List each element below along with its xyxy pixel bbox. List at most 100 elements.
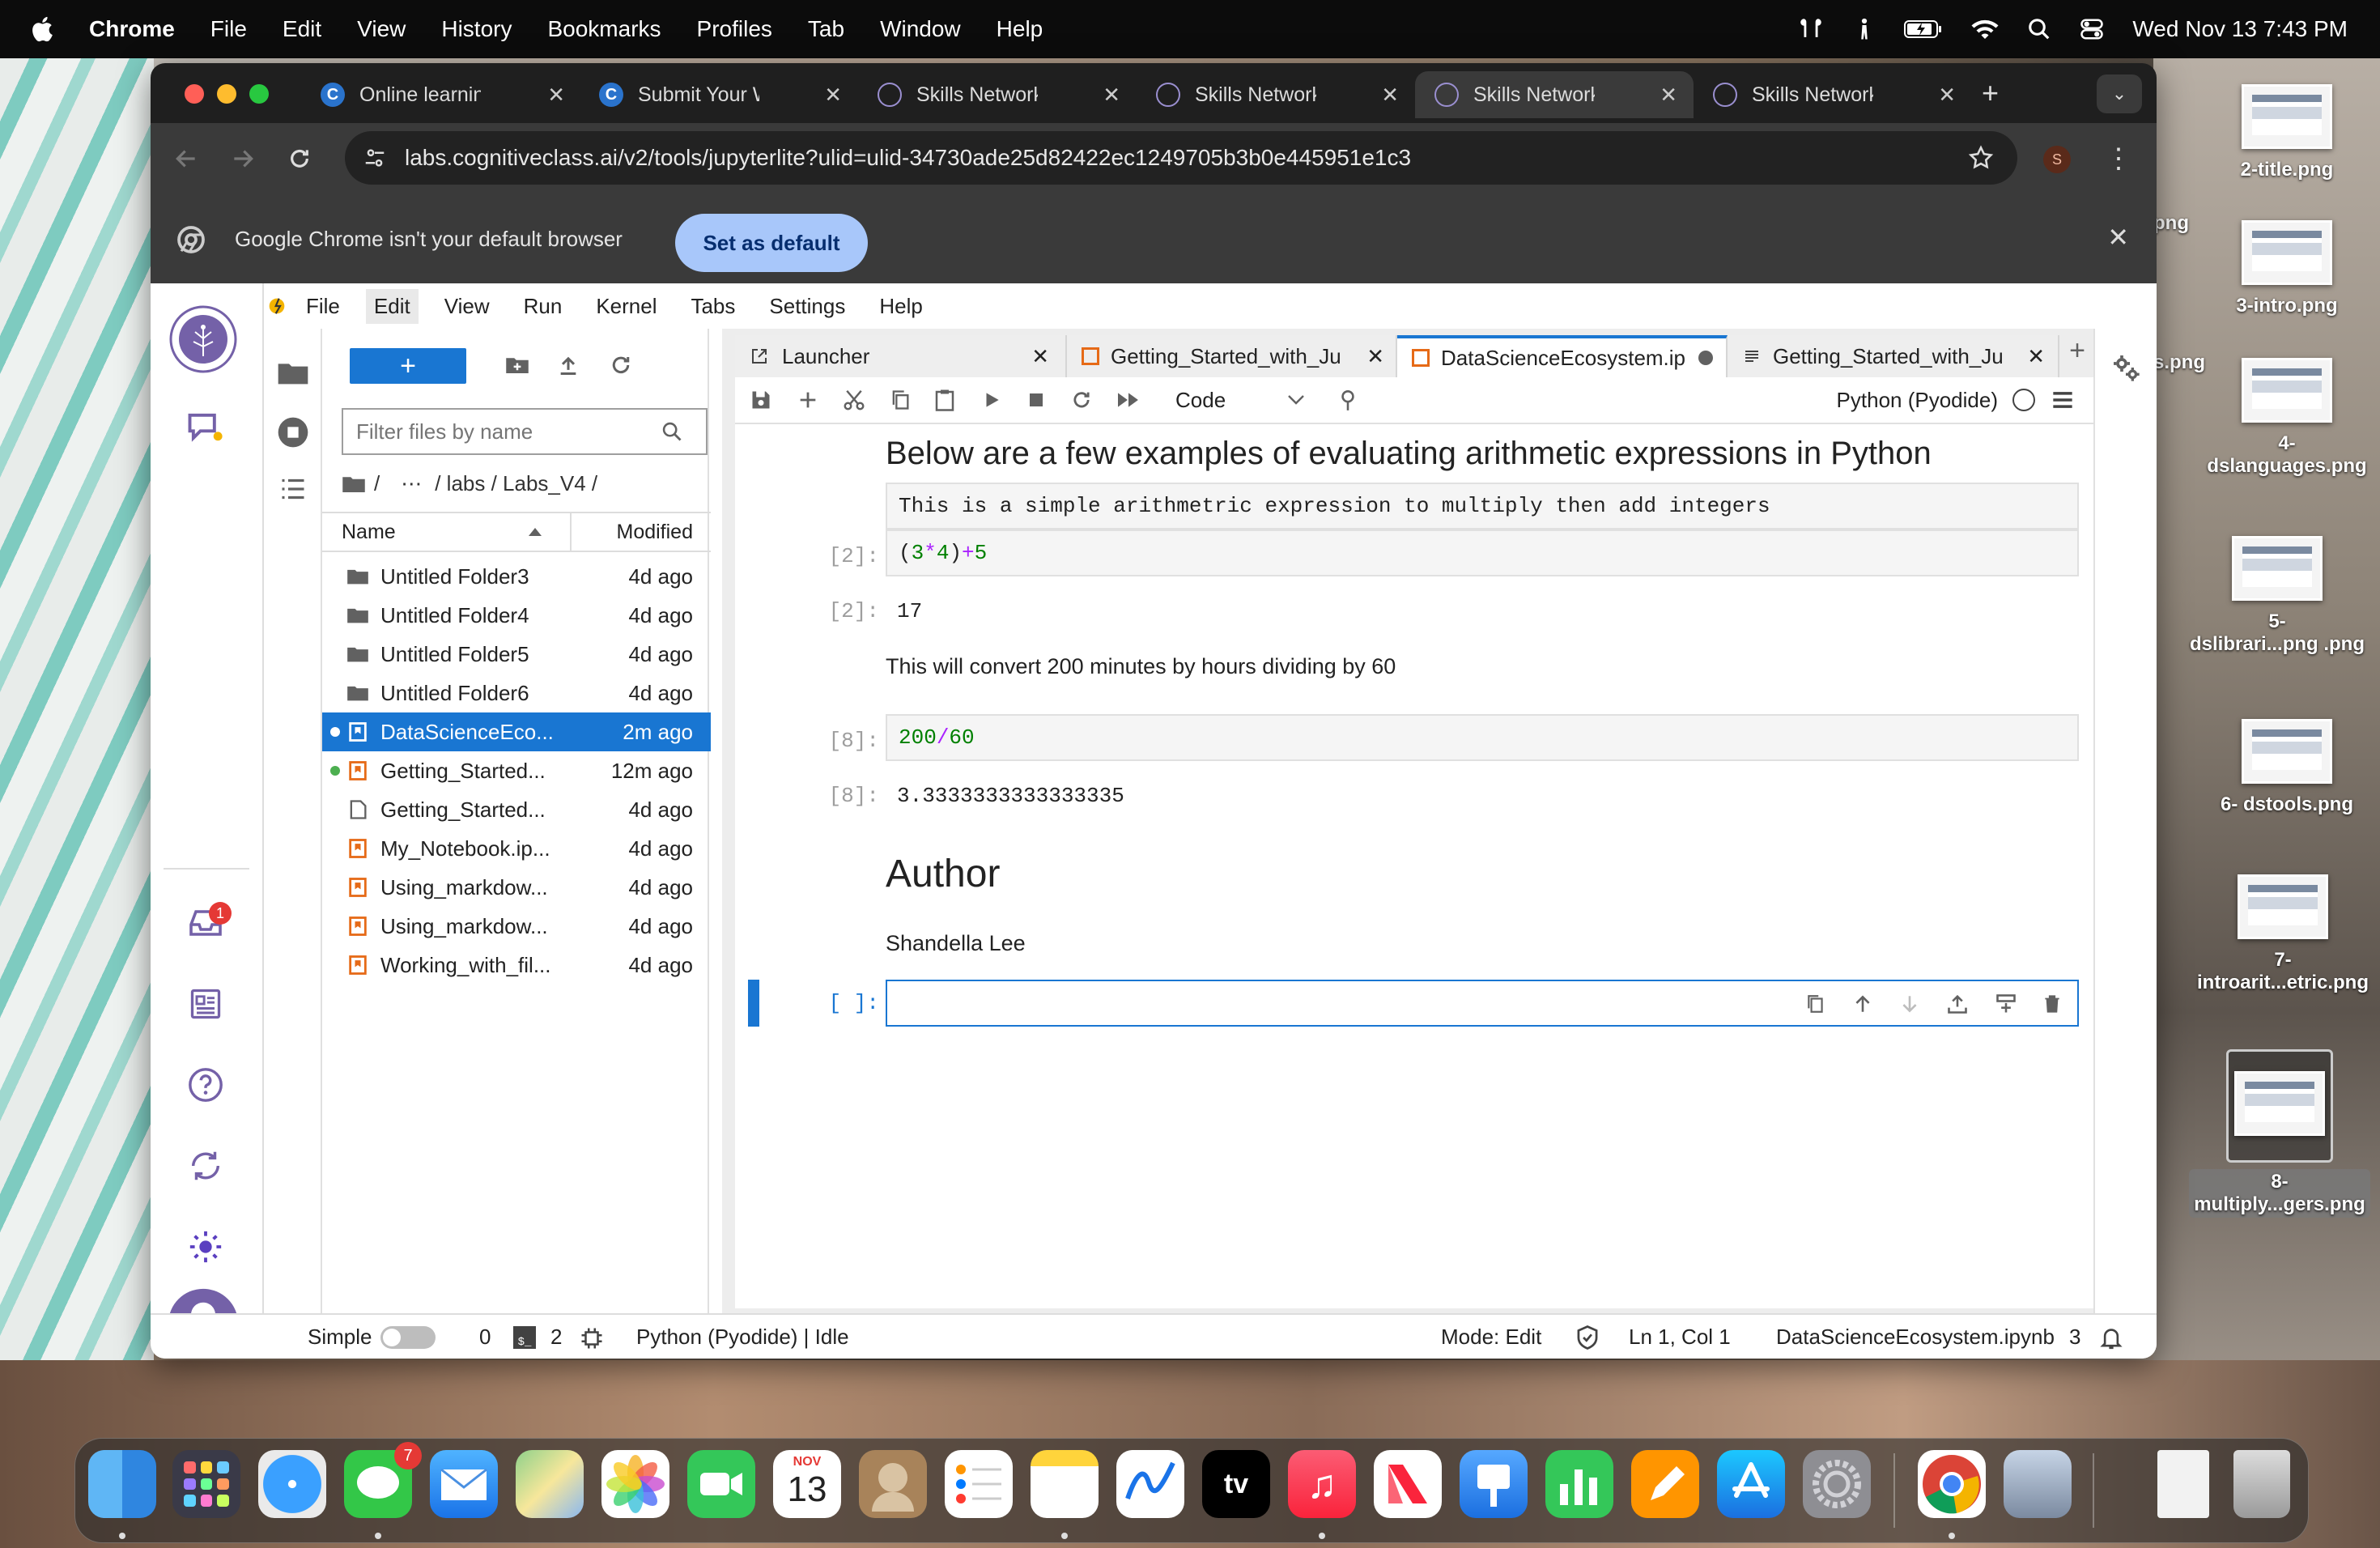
- battery-icon[interactable]: [1904, 17, 1943, 41]
- simple-mode-toggle[interactable]: [380, 1326, 436, 1349]
- duplicate-cell-icon[interactable]: [1805, 993, 1826, 1015]
- safari-compass-icon[interactable]: [258, 1450, 326, 1518]
- property-inspector-gears-icon[interactable]: [2110, 351, 2142, 384]
- finder-icon[interactable]: [88, 1450, 156, 1518]
- jupyterlite-logo-icon[interactable]: [264, 293, 290, 319]
- cursor-position[interactable]: Ln 1, Col 1: [1629, 1325, 1731, 1350]
- current-filename[interactable]: DataScienceEcosystem.ipynb: [1776, 1325, 2055, 1350]
- jupyter-menu-run[interactable]: Run: [524, 294, 563, 319]
- run-all-fast-forward-icon[interactable]: [1116, 389, 1141, 410]
- home-folder-icon[interactable]: [342, 474, 366, 495]
- desktop-file-6-dstools[interactable]: 6- dstools.png: [2210, 719, 2364, 816]
- move-up-arrow-icon[interactable]: [1852, 993, 1873, 1015]
- jupyter-menu-edit[interactable]: Edit: [365, 288, 419, 324]
- browser-tab[interactable]: Skills Network Ed ✕: [1694, 71, 1972, 118]
- insert-above-icon[interactable]: [1946, 993, 1969, 1015]
- file-row[interactable]: DataScienceEco... 2m ago: [322, 712, 711, 751]
- inbox-icon[interactable]: 1: [181, 899, 232, 947]
- debugger-pin-icon[interactable]: [1337, 388, 1358, 412]
- jupyter-menu-settings[interactable]: Settings: [769, 294, 845, 319]
- ai-chat-icon[interactable]: [181, 403, 230, 452]
- kernel-name[interactable]: Python (Pyodide): [1837, 388, 1998, 413]
- photos-flower-icon[interactable]: [601, 1450, 669, 1518]
- notes-icon[interactable]: [1031, 1450, 1099, 1518]
- help-question-icon[interactable]: [181, 1061, 230, 1109]
- bookmark-star-icon[interactable]: [1967, 144, 1995, 172]
- chevron-down-icon[interactable]: [1287, 394, 1305, 406]
- chrome-icon[interactable]: [1918, 1450, 1986, 1518]
- control-center-icon[interactable]: [2079, 17, 2105, 41]
- spotlight-search-icon[interactable]: [2027, 17, 2051, 41]
- close-tab-icon[interactable]: ✕: [547, 83, 565, 108]
- upload-icon[interactable]: [557, 353, 580, 377]
- menubar-file[interactable]: File: [210, 16, 247, 42]
- copy-icon[interactable]: [889, 389, 912, 411]
- close-infobar-icon[interactable]: ✕: [2107, 222, 2129, 253]
- skills-network-logo-icon[interactable]: [168, 304, 238, 374]
- doc-tab-getting-started-md[interactable]: Getting_Started_with_Ju ✕: [1728, 335, 2059, 377]
- reload-icon[interactable]: [287, 146, 312, 172]
- menubar-bookmarks[interactable]: Bookmarks: [547, 16, 661, 42]
- empty-code-cell-editor[interactable]: [886, 980, 2079, 1027]
- chrome-menu-icon[interactable]: ⋮: [2105, 139, 2132, 178]
- desktop-file-3-intro[interactable]: 3-intro.png: [2218, 220, 2356, 317]
- music-note-icon[interactable]: ♫: [1288, 1450, 1356, 1518]
- doc-tab-datascienceecosystem[interactable]: DataScienceEcosystem.ip: [1397, 335, 1728, 377]
- browser-tab-active[interactable]: Skills Network La ✕: [1415, 71, 1694, 118]
- insert-cell-plus-icon[interactable]: [797, 389, 819, 411]
- close-tab-icon[interactable]: ✕: [824, 83, 842, 108]
- system-settings-gear-icon[interactable]: [1803, 1450, 1871, 1518]
- notification-bell-icon[interactable]: [2098, 1325, 2124, 1352]
- close-tab-icon[interactable]: ✕: [1366, 344, 1384, 369]
- save-icon[interactable]: [750, 389, 772, 411]
- tab-search-chevron-icon[interactable]: ⌄: [2097, 74, 2142, 113]
- zoom-window-button[interactable]: [249, 84, 269, 104]
- kernel-status-text[interactable]: Python (Pyodide) | Idle: [636, 1325, 849, 1350]
- theme-toggle-sun-icon[interactable]: [181, 1223, 230, 1271]
- kernel-chip-icon[interactable]: [580, 1326, 604, 1350]
- menubar-view[interactable]: View: [357, 16, 406, 42]
- insert-below-icon[interactable]: [1995, 993, 2017, 1015]
- new-tab-button[interactable]: +: [1982, 76, 1999, 110]
- markdown-convert-minutes[interactable]: This will convert 200 minutes by hours d…: [886, 654, 1396, 679]
- desktop-file-2-title[interactable]: 2-title.png: [2218, 84, 2356, 181]
- file-row[interactable]: Using_markdow... 4d ago: [322, 868, 711, 907]
- close-tab-icon[interactable]: ✕: [1031, 344, 1049, 369]
- run-cell-play-icon[interactable]: [981, 389, 1002, 410]
- menubar-app-name[interactable]: Chrome: [89, 16, 175, 42]
- browser-tab[interactable]: Skills Network La ✕: [858, 71, 1137, 118]
- desktop-file-4-dslanguages[interactable]: 4- dslanguages.png: [2197, 358, 2377, 478]
- menubar-edit[interactable]: Edit: [283, 16, 321, 42]
- table-of-contents-icon[interactable]: [277, 474, 309, 504]
- jupyter-menu-kernel[interactable]: Kernel: [596, 294, 657, 319]
- editor-mode[interactable]: Mode: Edit: [1441, 1325, 1541, 1350]
- file-row[interactable]: Untitled Folder6 4d ago: [322, 674, 711, 712]
- close-tab-icon[interactable]: ✕: [1938, 83, 1956, 108]
- browser-tab[interactable]: C Online learning fo ✕: [301, 71, 581, 118]
- apple-icon[interactable]: [29, 15, 58, 44]
- freeform-icon[interactable]: [1116, 1450, 1184, 1518]
- apple-tv-icon[interactable]: tv: [1202, 1450, 1270, 1518]
- jupyter-menu-file[interactable]: File: [306, 294, 340, 319]
- preview-icon[interactable]: [2004, 1450, 2072, 1518]
- kernel-count[interactable]: 2: [550, 1325, 562, 1350]
- security-shield-icon[interactable]: [1575, 1325, 1600, 1350]
- file-row[interactable]: Untitled Folder3 4d ago: [322, 557, 711, 596]
- browser-tab[interactable]: C Submit Your Work ✕: [580, 71, 858, 118]
- launchpad-icon[interactable]: [172, 1450, 240, 1518]
- profile-avatar[interactable]: S: [2043, 146, 2071, 173]
- cell-type-select[interactable]: Code: [1175, 388, 1226, 413]
- desktop-file-7-introarithmetic[interactable]: 7- introarit...etric.png: [2186, 874, 2380, 994]
- desktop-file-8-multiply[interactable]: 8- multiply...gers.png: [2182, 1049, 2377, 1218]
- news-icon[interactable]: [181, 980, 230, 1028]
- file-row[interactable]: Untitled Folder5 4d ago: [322, 635, 711, 674]
- close-window-button[interactable]: [185, 84, 204, 104]
- accessibility-icon[interactable]: [1852, 15, 1876, 43]
- contacts-icon[interactable]: [859, 1450, 927, 1518]
- new-folder-icon[interactable]: [505, 355, 529, 376]
- news-app-icon[interactable]: [1374, 1450, 1442, 1518]
- file-row[interactable]: My_Notebook.ip... 4d ago: [322, 829, 711, 868]
- jupyter-menu-view[interactable]: View: [444, 294, 490, 319]
- facetime-icon[interactable]: [687, 1450, 755, 1518]
- close-tab-icon[interactable]: ✕: [2027, 344, 2045, 369]
